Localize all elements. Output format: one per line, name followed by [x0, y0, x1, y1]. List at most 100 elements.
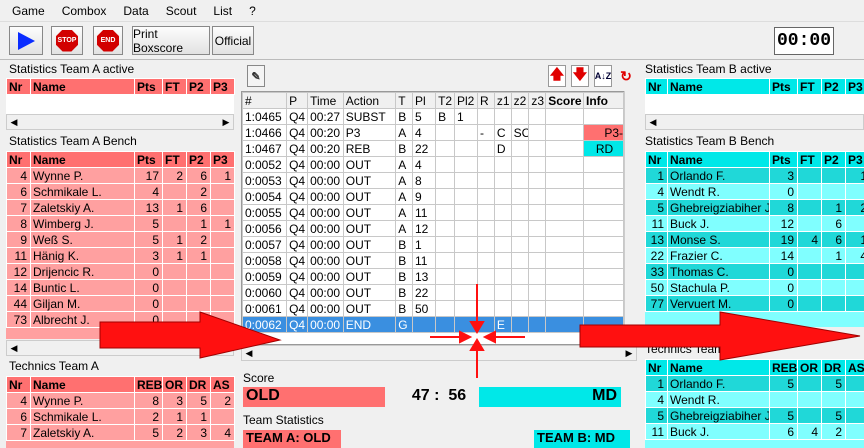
- team-a-bench-col-p2[interactable]: P2: [186, 151, 211, 168]
- pbp-col-score[interactable]: Score: [545, 92, 584, 109]
- table-row[interactable]: 5Ghebreigziabiher J.8 12: [645, 199, 864, 216]
- team-a-bench-col-ft[interactable]: FT: [162, 151, 187, 168]
- team-b-active-col-nr[interactable]: Nr: [645, 78, 668, 95]
- table-row[interactable]: 0:0058 Q4 00:00 OUT B 11: [242, 252, 625, 269]
- end-button[interactable]: END: [93, 26, 123, 55]
- table-row[interactable]: 8 Wimberg J. 5 1 1: [6, 215, 235, 232]
- table-row[interactable]: 0:0060 Q4 00:00 OUT B 22: [242, 284, 625, 301]
- team-b-technics-col-as[interactable]: AS: [845, 359, 864, 376]
- table-row[interactable]: 0:0059 Q4 00:00 OUT B 13: [242, 268, 625, 285]
- team-b-bench-col-pts[interactable]: Pts: [769, 151, 798, 168]
- team-b-active-col-pts[interactable]: Pts: [769, 78, 798, 95]
- team-b-active-col-p3[interactable]: P3: [845, 78, 864, 95]
- team-a-active-col-nr[interactable]: Nr: [6, 78, 31, 95]
- team-b-active-col-ft[interactable]: FT: [797, 78, 822, 95]
- table-row[interactable]: 13Monse S.19461: [645, 231, 864, 248]
- team-b-active-scrollbar[interactable]: ◀: [645, 114, 864, 130]
- pbp-col-z2[interactable]: z2: [510, 92, 530, 109]
- pbp-col-p[interactable]: P: [286, 92, 309, 109]
- table-row[interactable]: 9 Weß S. 5 1 2: [6, 231, 235, 248]
- table-row[interactable]: 0:0061 Q4 00:00 OUT B 50: [242, 300, 625, 317]
- team-b-bench-col-nr[interactable]: Nr: [645, 151, 668, 168]
- team-b-technics-col-reb[interactable]: REB: [769, 359, 798, 376]
- team-a-technics-col-as[interactable]: AS: [210, 376, 235, 393]
- pbp-col-action[interactable]: Action: [342, 92, 397, 109]
- edit-icon[interactable]: ✎: [247, 65, 265, 87]
- table-row[interactable]: 11 Hänig K. 3 1 1: [6, 247, 235, 264]
- team-b-technics-col-or[interactable]: OR: [797, 359, 822, 376]
- team-b-technics-col-name[interactable]: Name: [667, 359, 770, 376]
- table-row[interactable]: 14 Buntic L. 0: [6, 279, 235, 296]
- team-a-active-col-ft[interactable]: FT: [162, 78, 187, 95]
- team-a-active-col-p2[interactable]: P2: [186, 78, 211, 95]
- pbp-col-r[interactable]: R: [477, 92, 495, 109]
- menu-item-scout[interactable]: Scout: [166, 4, 197, 18]
- table-row[interactable]: 44 Giljan M. 0: [6, 295, 235, 312]
- stop-button[interactable]: STOP: [51, 26, 83, 55]
- move-down-icon[interactable]: 🡇: [571, 65, 589, 87]
- table-row[interactable]: 0:0056 Q4 00:00 OUT A 12: [242, 220, 625, 237]
- team-a-technics-col-nr[interactable]: Nr: [6, 376, 31, 393]
- official-button[interactable]: Official: [212, 26, 254, 55]
- table-row[interactable]: 0:0057 Q4 00:00 OUT B 1: [242, 236, 625, 253]
- pbp-col-z3[interactable]: z3: [528, 92, 547, 109]
- table-row[interactable]: 50 Stachula P. 0: [645, 279, 864, 296]
- print-boxscore-button[interactable]: Print Boxscore: [132, 26, 210, 55]
- table-row[interactable]: 7 Zaletskiy A. 5 2 3 4: [6, 424, 235, 441]
- table-row[interactable]: 6 Schmikale L. 4 2: [6, 183, 235, 200]
- table-row[interactable]: 11 Buck J. 6 4 2: [645, 423, 864, 440]
- table-row[interactable]: 1:0466Q400:20P3A4 -CSCJS P3-: [242, 124, 625, 141]
- table-row[interactable]: 4 Wendt R. 0: [645, 183, 864, 200]
- move-up-icon[interactable]: 🡅: [548, 65, 566, 87]
- pbp-col-time[interactable]: Time: [307, 92, 344, 109]
- table-row[interactable]: 1 Orlando F. 5 5: [645, 375, 864, 392]
- team-a-active-col-name[interactable]: Name: [30, 78, 135, 95]
- table-row[interactable]: 0:0052 Q4 00:00 OUT A 4: [242, 156, 625, 173]
- table-row[interactable]: 1:0467 Q4 00:20 REB B 22 D RD: [242, 140, 625, 157]
- team-b-active-col-name[interactable]: Name: [667, 78, 770, 95]
- menu-item-game[interactable]: Game: [12, 4, 45, 18]
- table-row[interactable]: 0:0055 Q4 00:00 OUT A 11: [242, 204, 625, 221]
- play-button[interactable]: [9, 26, 43, 55]
- sort-icon[interactable]: A↓Z: [594, 65, 612, 87]
- team-a-technics-col-or[interactable]: OR: [162, 376, 187, 393]
- pbp-col-pl[interactable]: Pl: [411, 92, 437, 109]
- table-row[interactable]: 1:0465 Q4 00:27 SUBST B 5 B 1: [242, 108, 625, 125]
- pbp-vertical-scrollbar[interactable]: [624, 91, 637, 345]
- pbp-col-nr[interactable]: #: [242, 92, 288, 109]
- team-a-technics-col-dr[interactable]: DR: [186, 376, 211, 393]
- table-row[interactable]: 77 Vervuert M. 0: [645, 295, 864, 312]
- table-row[interactable]: 4 Wynne P. 8 3 5 2: [6, 392, 235, 409]
- menu-item-list[interactable]: List: [213, 4, 232, 18]
- menu-item-data[interactable]: Data: [123, 4, 148, 18]
- table-row[interactable]: 4 Wynne P. 17 2 6 1: [6, 167, 235, 184]
- pbp-col-info[interactable]: Info: [582, 92, 625, 109]
- table-row[interactable]: 4 Wendt R.: [645, 391, 864, 408]
- team-a-bench-col-pts[interactable]: Pts: [134, 151, 163, 168]
- table-row[interactable]: 11 Buck J. 12 6: [645, 215, 864, 232]
- team-a-active-col-p3[interactable]: P3: [210, 78, 235, 95]
- team-b-technics-col-nr[interactable]: Nr: [645, 359, 668, 376]
- team-a-bench-col-name[interactable]: Name: [30, 151, 135, 168]
- pbp-col-z1[interactable]: z1: [493, 92, 512, 109]
- team-b-bench-col-p2[interactable]: P2: [821, 151, 846, 168]
- table-row[interactable]: 12 Drijencic R. 0: [6, 263, 235, 280]
- team-a-technics-col-reb[interactable]: REB: [134, 376, 163, 393]
- table-row[interactable]: 0:0062 Q4 00:00 END G E: [242, 316, 625, 333]
- team-b-bench-col-p3[interactable]: P3: [845, 151, 864, 168]
- team-a-active-scrollbar[interactable]: ◀ ▶: [6, 114, 234, 130]
- table-row[interactable]: 5 Ghebreigziabiher J. 5 5: [645, 407, 864, 424]
- menu-item-help[interactable]: ?: [249, 4, 256, 18]
- team-a-technics-col-name[interactable]: Name: [30, 376, 135, 393]
- table-row[interactable]: 73 Albrecht J. 0: [6, 311, 235, 328]
- pbp-col-t[interactable]: T: [395, 92, 413, 109]
- pbp-horizontal-scrollbar[interactable]: ◀ ▶: [241, 345, 637, 361]
- team-b-active-col-p2[interactable]: P2: [821, 78, 846, 95]
- team-a-active-col-pts[interactable]: Pts: [134, 78, 163, 95]
- team-a-bench-col-p3[interactable]: P3: [210, 151, 235, 168]
- team-b-technics-col-dr[interactable]: DR: [821, 359, 846, 376]
- menu-item-combox[interactable]: Combox: [62, 4, 107, 18]
- table-row[interactable]: 0:0053 Q4 00:00 OUT A 8: [242, 172, 625, 189]
- table-row[interactable]: 7 Zaletskiy A. 13 1 6: [6, 199, 235, 216]
- team-a-bench-col-nr[interactable]: Nr: [6, 151, 31, 168]
